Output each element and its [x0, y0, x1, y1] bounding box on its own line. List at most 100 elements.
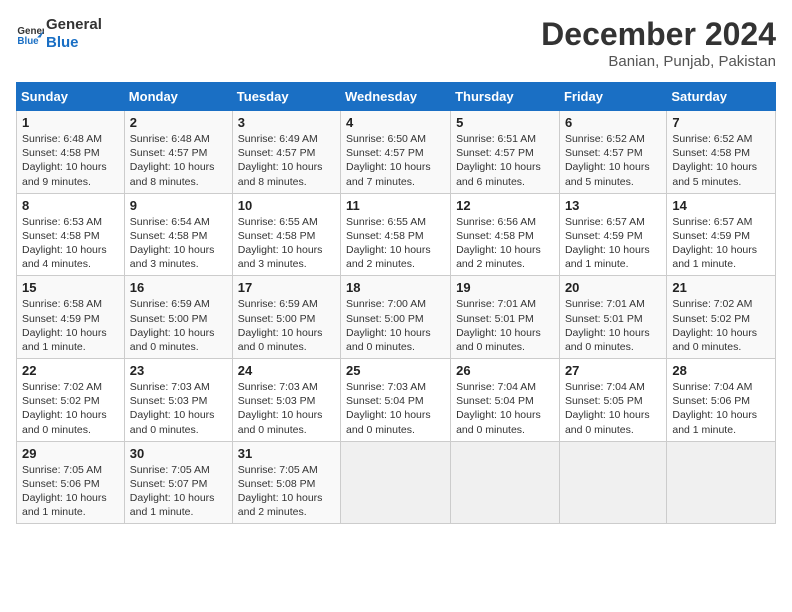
- day-info: Sunrise: 7:05 AM Sunset: 5:08 PM Dayligh…: [238, 463, 335, 520]
- day-info: Sunrise: 6:56 AM Sunset: 4:58 PM Dayligh…: [456, 215, 554, 272]
- day-info: Sunrise: 7:01 AM Sunset: 5:01 PM Dayligh…: [456, 297, 554, 354]
- day-info: Sunrise: 7:03 AM Sunset: 5:03 PM Dayligh…: [238, 380, 335, 437]
- day-number: 9: [130, 198, 227, 213]
- day-number: 7: [672, 115, 770, 130]
- day-number: 5: [456, 115, 554, 130]
- day-of-week-thursday: Thursday: [451, 83, 560, 111]
- day-number: 18: [346, 280, 445, 295]
- day-info: Sunrise: 7:04 AM Sunset: 5:04 PM Dayligh…: [456, 380, 554, 437]
- day-of-week-sunday: Sunday: [17, 83, 125, 111]
- calendar-cell: [667, 441, 776, 524]
- day-number: 8: [22, 198, 119, 213]
- day-number: 16: [130, 280, 227, 295]
- calendar-cell: 26 Sunrise: 7:04 AM Sunset: 5:04 PM Dayli…: [451, 359, 560, 442]
- month-title: December 2024: [541, 16, 776, 53]
- day-info: Sunrise: 6:59 AM Sunset: 5:00 PM Dayligh…: [130, 297, 227, 354]
- day-info: Sunrise: 6:58 AM Sunset: 4:59 PM Dayligh…: [22, 297, 119, 354]
- day-number: 30: [130, 446, 227, 461]
- day-number: 14: [672, 198, 770, 213]
- calendar-week-row: 15Sunrise: 6:58 AM Sunset: 4:59 PM Dayli…: [17, 276, 776, 359]
- calendar-table: SundayMondayTuesdayWednesdayThursdayFrid…: [16, 82, 776, 524]
- day-number: 12: [456, 198, 554, 213]
- day-number: 27: [565, 363, 661, 378]
- day-info: Sunrise: 6:53 AM Sunset: 4:58 PM Dayligh…: [22, 215, 119, 272]
- title-block: December 2024 Banian, Punjab, Pakistan: [541, 16, 776, 70]
- calendar-cell: 11Sunrise: 6:55 AM Sunset: 4:58 PM Dayli…: [341, 193, 451, 276]
- calendar-cell: 3 Sunrise: 6:49 AM Sunset: 4:57 PM Daylig…: [232, 111, 340, 194]
- day-number: 22: [22, 363, 119, 378]
- calendar-cell: 10Sunrise: 6:55 AM Sunset: 4:58 PM Dayli…: [232, 193, 340, 276]
- day-info: Sunrise: 7:05 AM Sunset: 5:06 PM Dayligh…: [22, 463, 119, 520]
- day-info: Sunrise: 6:48 AM Sunset: 4:57 PM Dayligh…: [130, 132, 227, 189]
- day-number: 23: [130, 363, 227, 378]
- page-header: General Blue General Blue December 2024 …: [16, 16, 776, 70]
- day-number: 6: [565, 115, 661, 130]
- calendar-cell: 28 Sunrise: 7:04 AM Sunset: 5:06 PM Dayli…: [667, 359, 776, 442]
- day-info: Sunrise: 7:03 AM Sunset: 5:04 PM Dayligh…: [346, 380, 445, 437]
- day-info: Sunrise: 7:05 AM Sunset: 5:07 PM Dayligh…: [130, 463, 227, 520]
- svg-text:Blue: Blue: [17, 36, 39, 47]
- day-info: Sunrise: 7:01 AM Sunset: 5:01 PM Dayligh…: [565, 297, 661, 354]
- day-of-week-wednesday: Wednesday: [341, 83, 451, 111]
- calendar-cell: 5 Sunrise: 6:51 AM Sunset: 4:57 PM Daylig…: [451, 111, 560, 194]
- calendar-cell: 12 Sunrise: 6:56 AM Sunset: 4:58 PM Dayli…: [451, 193, 560, 276]
- calendar-cell: 8 Sunrise: 6:53 AM Sunset: 4:58 PM Daylig…: [17, 193, 125, 276]
- calendar-week-row: 22 Sunrise: 7:02 AM Sunset: 5:02 PM Dayli…: [17, 359, 776, 442]
- day-number: 20: [565, 280, 661, 295]
- day-info: Sunrise: 6:55 AM Sunset: 4:58 PM Dayligh…: [346, 215, 445, 272]
- calendar-cell: 17Sunrise: 6:59 AM Sunset: 5:00 PM Dayli…: [232, 276, 340, 359]
- day-number: 25: [346, 363, 445, 378]
- day-info: Sunrise: 6:52 AM Sunset: 4:58 PM Dayligh…: [672, 132, 770, 189]
- day-info: Sunrise: 7:02 AM Sunset: 5:02 PM Dayligh…: [22, 380, 119, 437]
- day-info: Sunrise: 7:04 AM Sunset: 5:06 PM Dayligh…: [672, 380, 770, 437]
- calendar-cell: [559, 441, 666, 524]
- day-number: 28: [672, 363, 770, 378]
- calendar-header-row: SundayMondayTuesdayWednesdayThursdayFrid…: [17, 83, 776, 111]
- day-of-week-saturday: Saturday: [667, 83, 776, 111]
- day-number: 1: [22, 115, 119, 130]
- calendar-cell: 19 Sunrise: 7:01 AM Sunset: 5:01 PM Dayli…: [451, 276, 560, 359]
- day-number: 3: [238, 115, 335, 130]
- calendar-cell: 29Sunrise: 7:05 AM Sunset: 5:06 PM Dayli…: [17, 441, 125, 524]
- calendar-cell: 14 Sunrise: 6:57 AM Sunset: 4:59 PM Dayli…: [667, 193, 776, 276]
- logo: General Blue General Blue: [16, 16, 102, 52]
- day-info: Sunrise: 6:49 AM Sunset: 4:57 PM Dayligh…: [238, 132, 335, 189]
- calendar-week-row: 29Sunrise: 7:05 AM Sunset: 5:06 PM Dayli…: [17, 441, 776, 524]
- calendar-cell: 9 Sunrise: 6:54 AM Sunset: 4:58 PM Daylig…: [124, 193, 232, 276]
- calendar-cell: 20 Sunrise: 7:01 AM Sunset: 5:01 PM Dayli…: [559, 276, 666, 359]
- logo-blue-text: Blue: [46, 34, 102, 52]
- day-number: 2: [130, 115, 227, 130]
- calendar-cell: 30 Sunrise: 7:05 AM Sunset: 5:07 PM Dayli…: [124, 441, 232, 524]
- calendar-cell: 21Sunrise: 7:02 AM Sunset: 5:02 PM Dayli…: [667, 276, 776, 359]
- day-number: 24: [238, 363, 335, 378]
- day-number: 31: [238, 446, 335, 461]
- logo-icon: General Blue: [16, 20, 44, 48]
- day-info: Sunrise: 7:03 AM Sunset: 5:03 PM Dayligh…: [130, 380, 227, 437]
- day-info: Sunrise: 6:52 AM Sunset: 4:57 PM Dayligh…: [565, 132, 661, 189]
- day-number: 17: [238, 280, 335, 295]
- day-info: Sunrise: 6:57 AM Sunset: 4:59 PM Dayligh…: [672, 215, 770, 272]
- calendar-week-row: 8 Sunrise: 6:53 AM Sunset: 4:58 PM Daylig…: [17, 193, 776, 276]
- day-info: Sunrise: 6:51 AM Sunset: 4:57 PM Dayligh…: [456, 132, 554, 189]
- calendar-cell: 7 Sunrise: 6:52 AM Sunset: 4:58 PM Daylig…: [667, 111, 776, 194]
- calendar-cell: 25 Sunrise: 7:03 AM Sunset: 5:04 PM Dayli…: [341, 359, 451, 442]
- calendar-cell: 22 Sunrise: 7:02 AM Sunset: 5:02 PM Dayli…: [17, 359, 125, 442]
- day-info: Sunrise: 6:50 AM Sunset: 4:57 PM Dayligh…: [346, 132, 445, 189]
- calendar-cell: 23 Sunrise: 7:03 AM Sunset: 5:03 PM Dayli…: [124, 359, 232, 442]
- day-info: Sunrise: 6:54 AM Sunset: 4:58 PM Dayligh…: [130, 215, 227, 272]
- day-number: 13: [565, 198, 661, 213]
- calendar-cell: 27Sunrise: 7:04 AM Sunset: 5:05 PM Dayli…: [559, 359, 666, 442]
- day-of-week-tuesday: Tuesday: [232, 83, 340, 111]
- calendar-cell: [341, 441, 451, 524]
- calendar-cell: 2 Sunrise: 6:48 AM Sunset: 4:57 PM Daylig…: [124, 111, 232, 194]
- calendar-cell: 31 Sunrise: 7:05 AM Sunset: 5:08 PM Dayli…: [232, 441, 340, 524]
- logo-general-text: General: [46, 16, 102, 34]
- calendar-cell: [451, 441, 560, 524]
- day-number: 19: [456, 280, 554, 295]
- calendar-cell: 6 Sunrise: 6:52 AM Sunset: 4:57 PM Daylig…: [559, 111, 666, 194]
- day-info: Sunrise: 6:55 AM Sunset: 4:58 PM Dayligh…: [238, 215, 335, 272]
- calendar-cell: 24 Sunrise: 7:03 AM Sunset: 5:03 PM Dayli…: [232, 359, 340, 442]
- day-info: Sunrise: 7:02 AM Sunset: 5:02 PM Dayligh…: [672, 297, 770, 354]
- day-info: Sunrise: 7:00 AM Sunset: 5:00 PM Dayligh…: [346, 297, 445, 354]
- day-number: 26: [456, 363, 554, 378]
